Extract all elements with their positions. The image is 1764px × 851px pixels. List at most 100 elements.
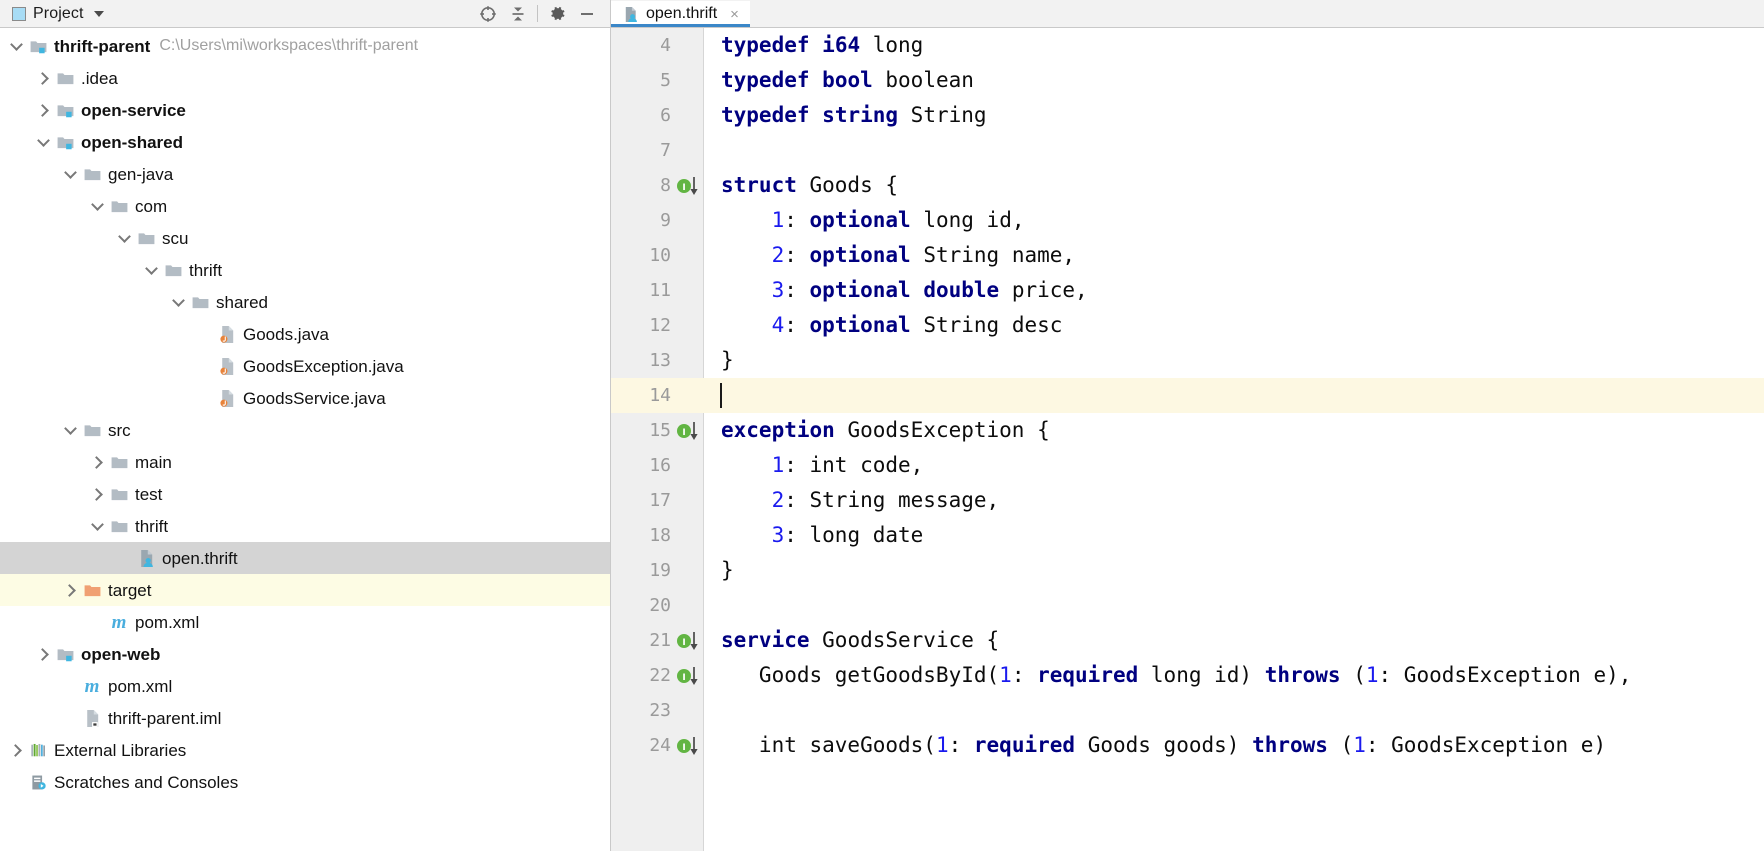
tree-row[interactable]: shared: [0, 286, 610, 318]
code-line[interactable]: 5 typedef bool boolean: [611, 63, 1764, 98]
chevron-right-icon[interactable]: [8, 742, 24, 758]
code-number: 1: [935, 733, 949, 757]
chevron-down-icon[interactable]: [62, 422, 78, 438]
idea-window: Project open.thrift × thrift-parent C:\U…: [0, 0, 1764, 851]
svg-text:I: I: [682, 428, 685, 438]
code-line[interactable]: 9 1: optional long id,: [611, 203, 1764, 238]
line-number: 13: [649, 350, 671, 371]
chevron-right-icon[interactable]: [62, 582, 78, 598]
chevron-right-icon[interactable]: [35, 70, 51, 86]
code-editor[interactable]: 4 typedef i64 long 5 typedef bool boolean 6 t…: [611, 28, 1764, 851]
tree-row[interactable]: thrift: [0, 254, 610, 286]
code-plain: String: [898, 103, 987, 127]
tree-row[interactable]: open-service: [0, 94, 610, 126]
chevron-right-icon[interactable]: [35, 102, 51, 118]
tree-row[interactable]: open.thrift: [0, 542, 610, 574]
locate-icon[interactable]: [473, 1, 503, 26]
tree-row[interactable]: thrift-parent C:\Users\mi\workspaces\thri…: [0, 30, 610, 62]
chevron-down-icon[interactable]: [93, 10, 104, 17]
chevron-down-icon[interactable]: [89, 198, 105, 214]
collapse-all-icon[interactable]: [503, 1, 533, 26]
chevron-down-icon[interactable]: [62, 166, 78, 182]
java-file-icon: [217, 356, 237, 376]
line-number: 8: [660, 175, 671, 196]
chevron-down-icon[interactable]: [8, 38, 24, 54]
chevron-down-icon[interactable]: [35, 134, 51, 150]
java-file-icon: [217, 388, 237, 408]
code-line[interactable]: 10 2: optional String name,: [611, 238, 1764, 273]
code-line[interactable]: 7: [611, 133, 1764, 168]
implementation-marker-icon[interactable]: I: [673, 420, 704, 442]
code-area[interactable]: 4 typedef i64 long 5 typedef bool boolean 6 t…: [611, 28, 1764, 763]
tree-row-label: open-service: [81, 100, 186, 120]
code-line[interactable]: 4 typedef i64 long: [611, 28, 1764, 63]
hide-window-icon[interactable]: [572, 1, 602, 26]
code-line[interactable]: 6 typedef string String: [611, 98, 1764, 133]
scratches-icon: [28, 772, 48, 792]
tree-row-label: Goods.java: [243, 324, 329, 344]
code-line[interactable]: 16 1: int code,: [611, 448, 1764, 483]
code-line[interactable]: 22 I Goods getGoodsById(1: required long …: [611, 658, 1764, 693]
implementation-marker-icon[interactable]: I: [673, 665, 704, 687]
code-plain: :: [1011, 663, 1038, 687]
tree-row[interactable]: scu: [0, 222, 610, 254]
project-toolwindow-selector[interactable]: Project: [0, 5, 473, 23]
code-line[interactable]: 18 3: long date: [611, 518, 1764, 553]
chevron-down-icon[interactable]: [170, 294, 186, 310]
code-line[interactable]: 17 2: String message,: [611, 483, 1764, 518]
tree-row[interactable]: test: [0, 478, 610, 510]
project-tree[interactable]: thrift-parent C:\Users\mi\workspaces\thri…: [0, 28, 611, 851]
tree-row[interactable]: open-shared: [0, 126, 610, 158]
tree-row[interactable]: thrift-parent.iml: [0, 702, 610, 734]
tree-row[interactable]: External Libraries: [0, 734, 610, 766]
implementation-marker-icon[interactable]: I: [673, 735, 704, 757]
tree-row[interactable]: src: [0, 414, 610, 446]
code-line[interactable]: 12 4: optional String desc: [611, 308, 1764, 343]
code-plain: price,: [999, 278, 1088, 302]
implementation-marker-icon[interactable]: I: [673, 630, 704, 652]
code-line[interactable]: 15 Iexception GoodsException {: [611, 413, 1764, 448]
code-keyword: typedef: [721, 68, 810, 92]
code-line[interactable]: 11 3: optional double price,: [611, 273, 1764, 308]
chevron-down-icon[interactable]: [116, 230, 132, 246]
tree-row[interactable]: open-web: [0, 638, 610, 670]
close-icon[interactable]: ×: [728, 7, 741, 22]
chevron-right-icon[interactable]: [89, 486, 105, 502]
tree-row[interactable]: main: [0, 446, 610, 478]
chevron-down-icon[interactable]: [89, 518, 105, 534]
code-line[interactable]: 24 I int saveGoods(1: required Goods good…: [611, 728, 1764, 763]
code-plain: [721, 488, 772, 512]
code-line[interactable]: 13}: [611, 343, 1764, 378]
tree-row[interactable]: m pom.xml: [0, 606, 610, 638]
code-plain: (: [1327, 733, 1354, 757]
tree-row[interactable]: gen-java: [0, 158, 610, 190]
code-line[interactable]: 8 Istruct Goods {: [611, 168, 1764, 203]
code-line[interactable]: 23: [611, 693, 1764, 728]
chevron-right-icon[interactable]: [89, 454, 105, 470]
tree-row[interactable]: com: [0, 190, 610, 222]
tree-row-label: com: [135, 196, 168, 216]
tree-row[interactable]: Scratches and Consoles: [0, 766, 610, 798]
tree-row[interactable]: GoodsService.java: [0, 382, 610, 414]
tree-row[interactable]: thrift: [0, 510, 610, 542]
code-line[interactable]: 14: [611, 378, 1764, 413]
tree-row[interactable]: m pom.xml: [0, 670, 610, 702]
implementation-marker-icon[interactable]: I: [673, 175, 704, 197]
settings-gear-icon[interactable]: [542, 1, 572, 26]
tree-row[interactable]: .idea: [0, 62, 610, 94]
chevron-right-icon[interactable]: [35, 646, 51, 662]
code-number: 1: [1365, 663, 1379, 687]
code-line[interactable]: 21 Iservice GoodsService {: [611, 623, 1764, 658]
code-line[interactable]: 19}: [611, 553, 1764, 588]
text-caret: [720, 383, 722, 408]
editor-tab-open-thrift[interactable]: open.thrift ×: [611, 1, 750, 27]
tree-row[interactable]: target: [0, 574, 610, 606]
code-plain: [721, 243, 772, 267]
tree-row[interactable]: GoodsException.java: [0, 350, 610, 382]
chevron-down-icon[interactable]: [143, 262, 159, 278]
svg-text:I: I: [682, 743, 685, 753]
tree-row[interactable]: Goods.java: [0, 318, 610, 350]
code-text: 2: String message,: [704, 488, 1000, 512]
code-number: 3: [771, 278, 785, 302]
code-line[interactable]: 20: [611, 588, 1764, 623]
